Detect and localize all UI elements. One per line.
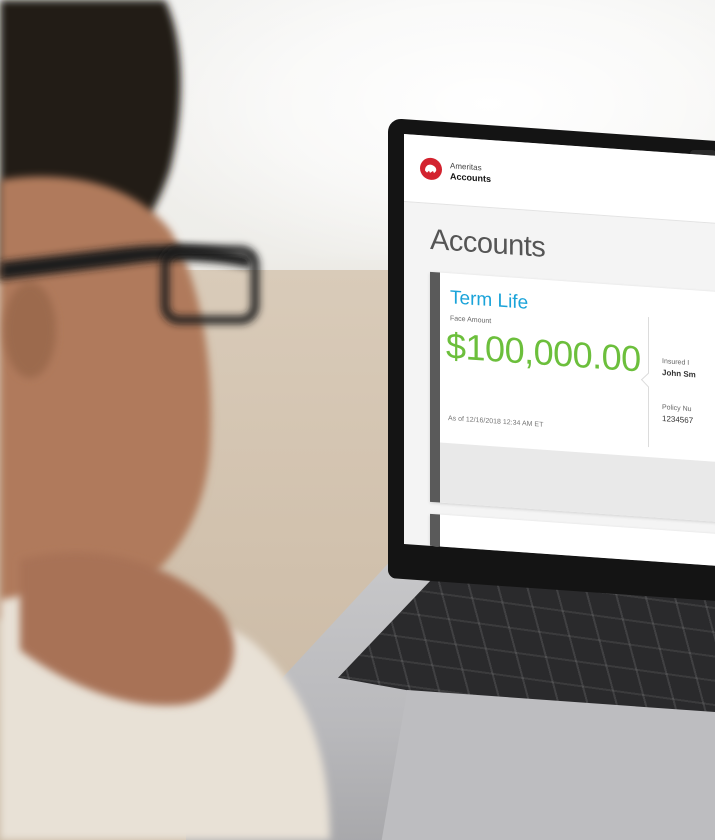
account-card[interactable]: Term Life Face Amount $100,000.00 As of … [430,271,715,524]
product-name[interactable]: Term Life [450,287,528,314]
policy-number-label: Policy Nu [662,404,692,414]
laptop-trackpad [380,690,715,840]
as-of-timestamp: As of 12/16/2018 12:34 AM ET [448,415,544,429]
card-footer [440,442,715,524]
card-accent-bar [430,513,440,547]
insured-label: Insured I [662,358,690,367]
laptop-screen: Ameritas Accounts Accounts Term Life Fac… [404,134,715,568]
photo-scene: Ameritas Accounts Accounts Term Life Fac… [0,0,715,840]
face-amount-value: $100,000.00 [446,324,641,380]
divider-notch [640,372,656,388]
page-title: Accounts [430,223,546,264]
insured-name: John Sm [662,368,696,380]
policy-number: 1234567 [662,414,694,426]
bison-logo-icon[interactable] [420,157,442,181]
face-amount-label: Face Amount [450,315,492,326]
card-accent-bar [430,271,440,503]
brand-section: Accounts [450,171,492,185]
